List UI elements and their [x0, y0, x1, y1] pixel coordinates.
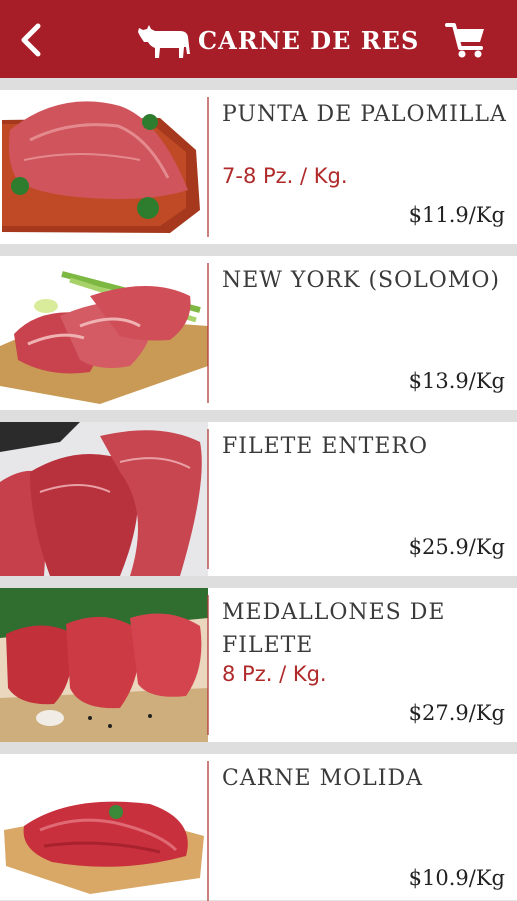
cow-icon	[138, 25, 190, 58]
header-title-group: CARNE DE RES	[136, 18, 419, 62]
item-separator	[207, 595, 209, 735]
page-title: CARNE DE RES	[198, 25, 420, 55]
product-item[interactable]: FILETE ENTERO $25.9/Kg	[0, 422, 517, 576]
shopping-cart-icon	[445, 23, 484, 58]
product-name: PUNTA DE PALOMILLA	[222, 102, 507, 127]
app-header: CARNE DE RES	[0, 0, 517, 78]
divider	[0, 742, 517, 754]
product-item[interactable]: NEW YORK (SOLOMO) $13.9/Kg	[0, 256, 517, 410]
product-image	[0, 754, 208, 900]
product-quantity: 8 Pz. / Kg.	[222, 662, 327, 686]
divider	[0, 410, 517, 422]
product-name: NEW YORK (SOLOMO)	[222, 268, 500, 293]
product-image	[0, 256, 208, 410]
product-image	[0, 90, 208, 244]
product-quantity: 7-8 Pz. / Kg.	[222, 164, 348, 188]
product-price: $27.9/Kg	[408, 701, 505, 725]
product-image	[0, 422, 208, 576]
product-name: CARNE MOLIDA	[222, 766, 423, 791]
back-button[interactable]	[14, 20, 50, 60]
product-price: $10.9/Kg	[408, 866, 505, 890]
product-price: $13.9/Kg	[408, 369, 505, 393]
cart-button[interactable]	[444, 19, 488, 61]
divider	[0, 78, 517, 90]
back-arrow-icon	[21, 23, 41, 57]
product-item[interactable]: PUNTA DE PALOMILLA 7-8 Pz. / Kg. $11.9/K…	[0, 90, 517, 244]
product-price: $11.9/Kg	[408, 203, 505, 227]
product-price: $25.9/Kg	[408, 535, 505, 559]
product-image	[0, 588, 208, 742]
item-separator	[207, 429, 209, 569]
product-item[interactable]: MEDALLONES DE FILETE 8 Pz. / Kg. $27.9/K…	[0, 588, 517, 742]
divider	[0, 244, 517, 256]
item-separator	[207, 263, 209, 403]
product-item[interactable]: CARNE MOLIDA $10.9/Kg	[0, 754, 517, 901]
item-separator	[207, 97, 209, 237]
product-name: MEDALLONES DE FILETE	[222, 600, 446, 658]
product-name: FILETE ENTERO	[222, 434, 428, 459]
item-separator	[207, 761, 209, 901]
divider	[0, 576, 517, 588]
